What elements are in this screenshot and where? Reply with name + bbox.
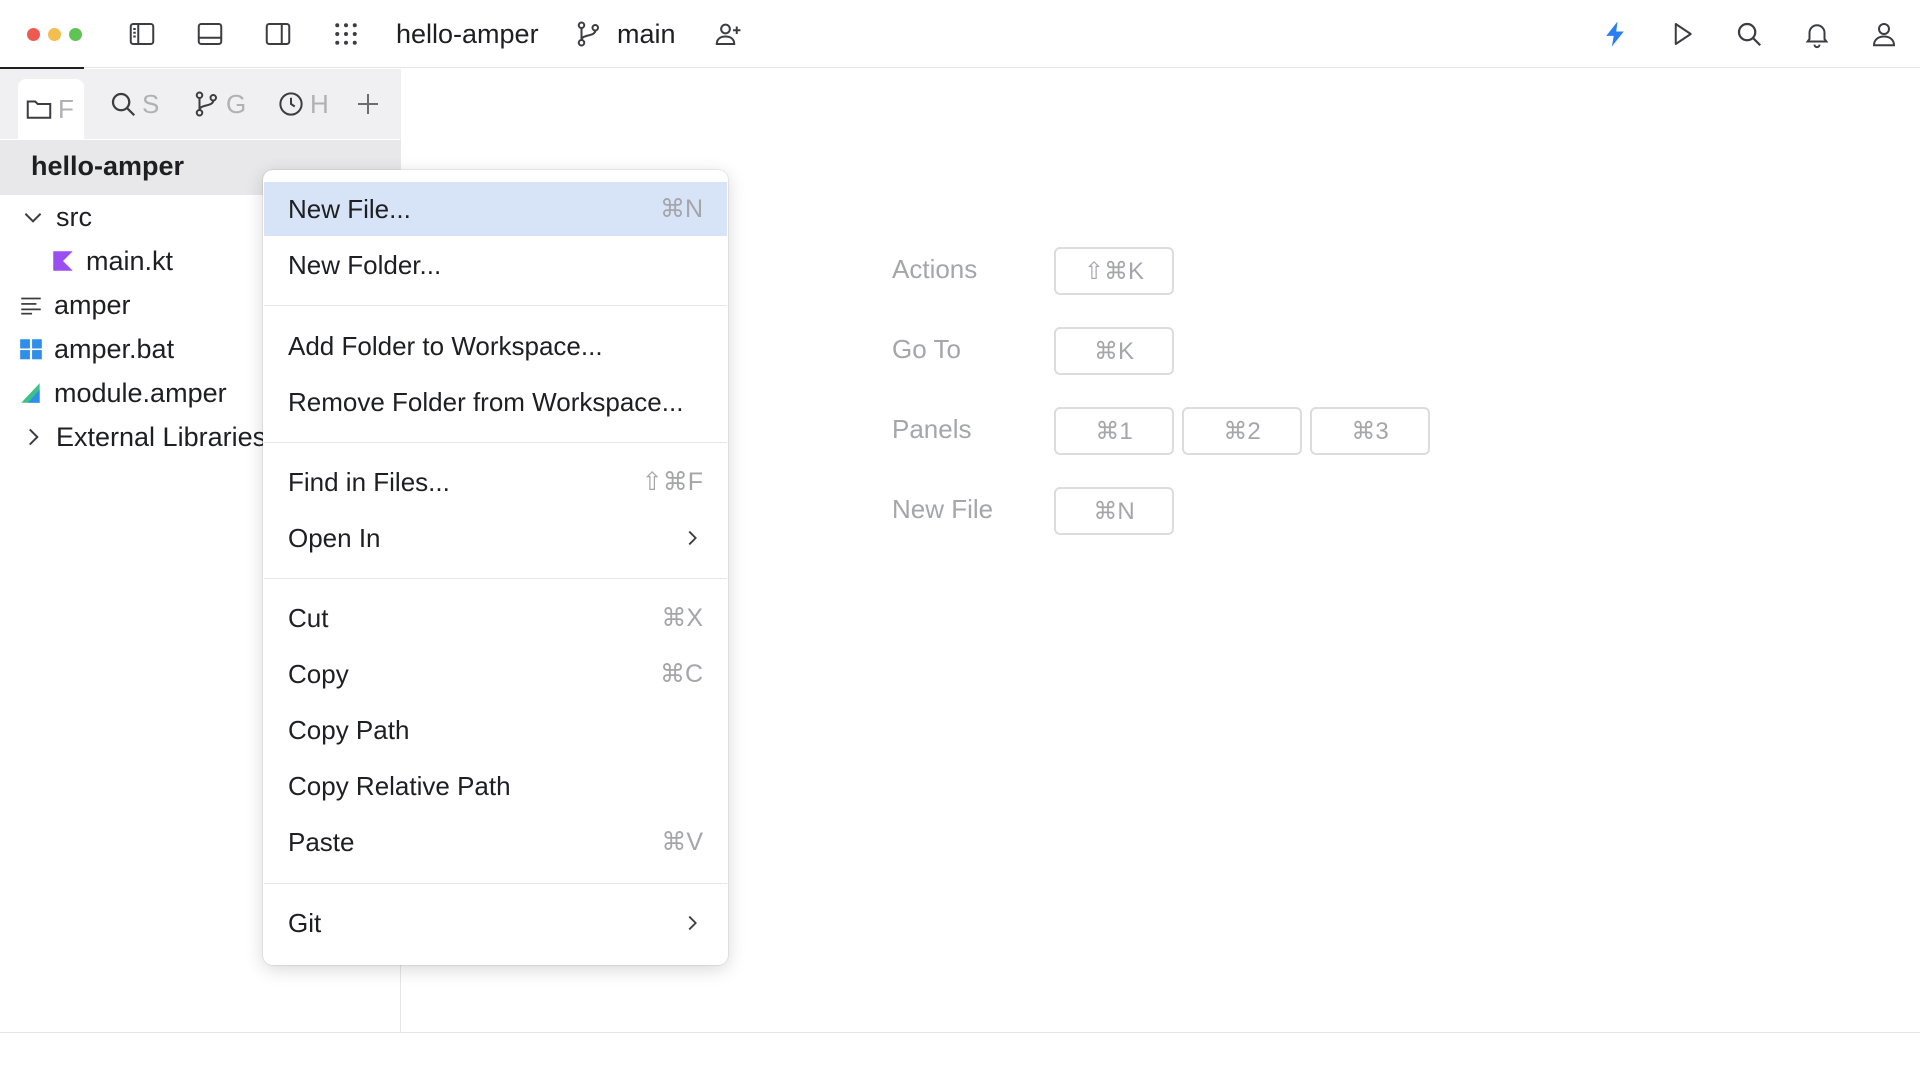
menu-item-copy-path[interactable]: Copy Path [264, 703, 727, 757]
bell-icon[interactable] [1799, 16, 1835, 52]
tree-item-main-kt[interactable]: main.kt [50, 241, 173, 281]
menu-item-label: New File... [288, 193, 411, 224]
tree-item-label: main.kt [86, 245, 174, 276]
menu-item-copy[interactable]: Copy ⌘C [264, 647, 727, 701]
menu-item-remove-folder-from-workspace[interactable]: Remove Folder from Workspace... [264, 375, 727, 429]
menu-item-add-folder-to-workspace[interactable]: Add Folder to Workspace... [264, 319, 727, 373]
hint-goto-key: ⌘K [1054, 327, 1174, 375]
folder-icon [26, 100, 52, 119]
menu-item-label: Open In [288, 522, 381, 553]
project-name[interactable]: hello-amper [396, 17, 539, 51]
tree-item-label: amper.bat [54, 333, 175, 364]
tree-item-label: src [56, 201, 92, 232]
menu-item-label: Add Folder to Workspace... [288, 330, 603, 361]
branch-icon [195, 91, 218, 117]
tab-search-label: S [142, 88, 160, 119]
lightning-icon[interactable] [1597, 16, 1633, 52]
app-grid-icon[interactable] [328, 16, 364, 52]
submenu-chevron-icon [688, 915, 697, 931]
menu-separator [264, 305, 727, 306]
tab-history[interactable]: H [276, 83, 334, 125]
search-icon[interactable] [1731, 16, 1767, 52]
menu-item-open-in[interactable]: Open In [264, 511, 727, 565]
tab-git[interactable]: G [192, 83, 250, 125]
tree-item-label: amper [54, 289, 131, 320]
tree-item-label: module.amper [54, 377, 227, 408]
menu-item-label: Copy [288, 658, 349, 689]
menu-item-label: Remove Folder from Workspace... [288, 386, 684, 417]
menu-item-shortcut: ⌘N [659, 195, 703, 223]
menu-item-shortcut: ⇧⌘F [641, 468, 703, 496]
tab-history-label: H [310, 88, 329, 119]
account-icon[interactable] [1866, 16, 1902, 52]
tree-item-external-libraries[interactable]: External Libraries [20, 417, 266, 457]
chevron-down-icon [24, 213, 42, 223]
toggle-left-panel-icon[interactable] [124, 16, 160, 52]
branch-icon [574, 16, 604, 52]
hint-panels-key-3: ⌘3 [1310, 407, 1430, 455]
toggle-right-panel-icon[interactable] [260, 16, 296, 52]
close-window-button[interactable] [27, 28, 40, 41]
tab-files-label: F [58, 93, 74, 124]
tab-git-label: G [226, 88, 247, 119]
tree-item-amper[interactable]: amper [18, 285, 131, 325]
toggle-bottom-panel-icon[interactable] [192, 16, 228, 52]
title-bar: hello-amper main [0, 0, 1920, 68]
hint-actions-key: ⇧⌘K [1054, 247, 1174, 295]
menu-item-new-folder[interactable]: New Folder... [264, 238, 727, 292]
menu-item-new-file[interactable]: New File... ⌘N [264, 182, 727, 236]
submenu-chevron-icon [688, 530, 697, 546]
tree-item-src[interactable]: src [20, 197, 92, 237]
tab-files[interactable]: F [18, 79, 84, 139]
hint-actions-label: Actions [892, 254, 978, 284]
context-menu: New File... ⌘N New Folder... Add Folder … [263, 170, 728, 965]
hint-panels-key-1: ⌘1 [1054, 407, 1174, 455]
hint-new-file-key: ⌘N [1054, 487, 1174, 535]
menu-item-label: Find in Files... [288, 466, 450, 497]
clock-icon [279, 92, 303, 116]
hint-panels-key-2: ⌘2 [1182, 407, 1302, 455]
menu-separator [264, 442, 727, 443]
hint-new-file-label: New File [892, 494, 994, 524]
chevron-right-icon [29, 428, 39, 446]
menu-item-label: New Folder... [288, 249, 442, 280]
tree-item-label: External Libraries [56, 421, 267, 452]
menu-item-label: Cut [288, 602, 329, 633]
amper-icon [21, 383, 40, 403]
menu-item-shortcut: ⌘C [659, 660, 703, 688]
menu-item-copy-relative-path[interactable]: Copy Relative Path [264, 759, 727, 813]
menu-item-git[interactable]: Git [264, 896, 727, 950]
menu-item-label: Copy Path [288, 714, 410, 745]
run-icon[interactable] [1664, 16, 1700, 52]
project-root-label: hello-amper [31, 151, 185, 181]
tab-search[interactable]: S [108, 83, 166, 125]
hint-panels-label: Panels [892, 414, 972, 444]
menu-item-label: Copy Relative Path [288, 770, 511, 801]
status-bar-divider [0, 1032, 1920, 1033]
kotlin-icon [53, 251, 73, 271]
menu-separator [264, 883, 727, 884]
tree-item-amper-bat[interactable]: amper.bat [18, 329, 174, 369]
sidebar-tabstrip: F S G H [0, 69, 401, 139]
zoom-window-button[interactable] [69, 28, 82, 41]
text-file-icon [21, 297, 41, 315]
add-user-icon[interactable] [710, 16, 746, 52]
menu-item-cut[interactable]: Cut ⌘X [264, 591, 727, 645]
tree-item-module-amper[interactable]: module.amper [18, 373, 227, 413]
menu-separator [264, 578, 727, 579]
branch-name[interactable]: main [617, 17, 676, 51]
minimize-window-button[interactable] [48, 28, 61, 41]
menu-item-label: Git [288, 907, 322, 938]
windows-icon [20, 339, 42, 360]
hint-goto-label: Go To [892, 334, 961, 364]
menu-item-shortcut: ⌘V [661, 828, 703, 856]
plus-icon [358, 94, 378, 114]
menu-item-shortcut: ⌘X [661, 604, 703, 632]
search-icon [111, 92, 136, 117]
add-tab-button[interactable] [350, 83, 386, 125]
menu-item-find-in-files[interactable]: Find in Files... ⇧⌘F [264, 455, 727, 509]
menu-item-paste[interactable]: Paste ⌘V [264, 815, 727, 869]
menu-item-label: Paste [288, 826, 355, 857]
